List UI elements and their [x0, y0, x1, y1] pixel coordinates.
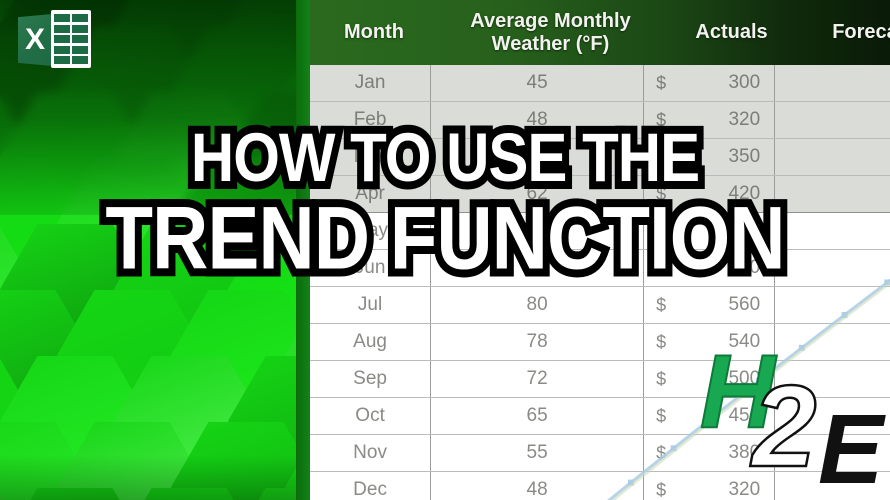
watermark-digit-2: 2 — [751, 361, 818, 491]
cell-actuals[interactable]: $560 — [644, 287, 776, 323]
currency-symbol: $ — [656, 294, 667, 315]
excel-logo-grid-icon — [51, 10, 91, 68]
cell-weather[interactable]: 55 — [431, 435, 645, 471]
table-header-row: Month Average Monthly Weather (°F) Actua… — [310, 0, 890, 65]
cell-forecast[interactable] — [775, 65, 890, 101]
column-header-weather[interactable]: Average Monthly Weather (°F) — [438, 0, 663, 65]
cell-month[interactable]: Jan — [310, 65, 432, 101]
excel-logo: X — [18, 8, 92, 72]
cell-forecast[interactable] — [775, 287, 890, 323]
column-header-month[interactable]: Month — [310, 0, 438, 65]
excel-logo-letter: X — [24, 23, 45, 56]
title-overlay: HOW TO USE THE TREND FUNCTION — [0, 115, 890, 289]
background-bottom-shade — [0, 455, 310, 500]
currency-symbol: $ — [656, 72, 667, 93]
currency-symbol: $ — [656, 368, 667, 389]
cell-month[interactable]: Aug — [310, 324, 432, 360]
currency-symbol: $ — [656, 442, 667, 463]
cell-month[interactable]: Jul — [310, 287, 432, 323]
cell-month[interactable]: Dec — [310, 472, 432, 500]
cell-weather[interactable]: 80 — [431, 287, 645, 323]
cell-weather[interactable]: 48 — [431, 472, 645, 500]
cell-actuals[interactable]: $300 — [644, 65, 776, 101]
cell-weather[interactable]: 72 — [431, 361, 645, 397]
cell-month[interactable]: Nov — [310, 435, 432, 471]
cell-actuals-value: 300 — [728, 72, 761, 93]
cell-weather[interactable]: 45 — [431, 65, 645, 101]
cell-weather[interactable]: 65 — [431, 398, 645, 434]
currency-symbol: $ — [656, 331, 667, 352]
watermark-letter-e: E — [818, 394, 884, 500]
title-line-2: TREND FUNCTION — [98, 186, 792, 290]
column-header-forecast[interactable]: Foreca — [800, 0, 890, 65]
currency-symbol: $ — [656, 405, 667, 426]
title-line-1: HOW TO USE THE — [184, 115, 707, 199]
currency-symbol: $ — [656, 479, 667, 500]
cell-month[interactable]: Sep — [310, 361, 432, 397]
column-header-actuals[interactable]: Actuals — [663, 0, 800, 65]
cell-weather[interactable]: 78 — [431, 324, 645, 360]
table-row[interactable]: Jan 45 $300 — [310, 65, 890, 102]
cell-actuals-value: 560 — [728, 294, 761, 315]
column-header-weather-line1: Average Monthly — [470, 10, 631, 33]
table-row[interactable]: Jul 80 $560 — [310, 287, 890, 324]
screenshot-root: X Month Average Monthly Weather (°F) Act… — [0, 0, 890, 500]
column-header-weather-line2: Weather (°F) — [491, 32, 610, 55]
h2e-watermark-logo: H 2 E — [699, 339, 883, 498]
cell-month[interactable]: Oct — [310, 398, 432, 434]
